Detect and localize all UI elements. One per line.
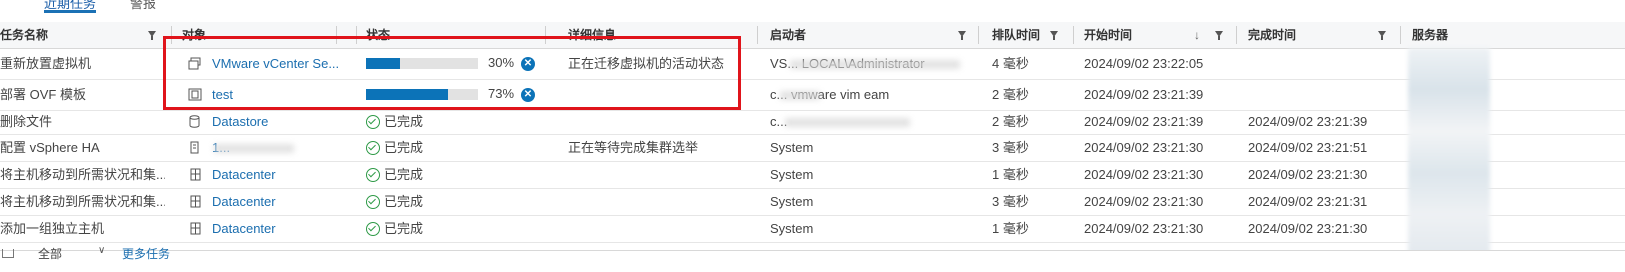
server-column-redacted — [1408, 48, 1490, 256]
target-link[interactable]: Datastore — [212, 110, 347, 134]
tab-recent-tasks[interactable]: 近期任务 — [44, 0, 97, 13]
filter-icon[interactable] — [958, 31, 966, 40]
start-time: 2024/09/02 23:21:30 — [1084, 194, 1204, 209]
task-name: 将主机移动到所需状况和集... — [0, 167, 165, 182]
highlight-annotation — [163, 36, 741, 110]
filter-icon[interactable] — [1378, 31, 1386, 40]
status-label: 已完成 — [384, 140, 424, 155]
completion-time: 2024/09/02 23:21:51 — [1248, 140, 1368, 155]
initiator: System — [770, 167, 814, 182]
tab-alarms[interactable]: 警报 — [130, 0, 156, 12]
filter-dropdown[interactable]: 全部 — [38, 245, 62, 262]
success-check-icon — [366, 222, 380, 236]
column-header-completion[interactable]: 完成时间 — [1248, 22, 1296, 48]
host-icon — [190, 141, 199, 154]
filter-icon[interactable] — [1215, 31, 1223, 40]
initiator: System — [770, 194, 814, 209]
filter-icon[interactable] — [1050, 31, 1058, 40]
completion-time: 2024/09/02 23:21:30 — [1248, 221, 1368, 236]
success-check-icon — [366, 141, 380, 155]
column-divider[interactable] — [978, 26, 979, 44]
column-divider[interactable] — [757, 26, 758, 44]
column-divider[interactable] — [1400, 26, 1401, 44]
sort-desc-icon[interactable]: ↓ — [1194, 22, 1200, 48]
redaction-blur — [790, 60, 960, 69]
column-divider[interactable] — [1236, 26, 1237, 44]
table-row[interactable]: 将主机移动到所需状况和集... Datacenter 已完成 System 3 … — [0, 189, 1625, 216]
redaction-blur — [780, 91, 820, 100]
start-time: 2024/09/02 23:21:39 — [1084, 87, 1204, 102]
completion-time: 2024/09/02 23:21:30 — [1248, 167, 1368, 182]
task-name: 部署 OVF 模板 — [0, 87, 86, 102]
status-label: 已完成 — [384, 194, 424, 209]
datacenter-icon — [190, 222, 201, 235]
filter-icon[interactable] — [148, 31, 156, 40]
task-details: 正在等待完成集群选举 — [568, 140, 699, 155]
table-row[interactable]: 将主机移动到所需状况和集... Datacenter 已完成 System 1 … — [0, 162, 1625, 189]
redaction-blur — [214, 144, 294, 153]
task-details — [568, 162, 753, 188]
queued-time: 1 毫秒 — [992, 221, 1029, 236]
success-check-icon — [366, 195, 380, 209]
task-name: 配置 vSphere HA — [0, 140, 100, 155]
datacenter-icon — [190, 168, 201, 181]
success-check-icon — [366, 168, 380, 182]
completion-time: 2024/09/02 23:21:31 — [1248, 194, 1368, 209]
table-row[interactable]: 配置 vSphere HA 1... 已完成 正在等待完成集群选举 System… — [0, 135, 1625, 162]
start-time: 2024/09/02 23:21:30 — [1084, 167, 1204, 182]
tab-bar: 近期任务 警报 — [0, 0, 1625, 23]
start-time: 2024/09/02 23:22:05 — [1084, 56, 1204, 71]
initiator: System — [770, 140, 814, 155]
table-row[interactable]: 删除文件 Datastore 已完成 c... 2 毫秒 2024/09/02 … — [0, 110, 1625, 135]
column-header-queued[interactable]: 排队时间 — [992, 22, 1040, 48]
column-header-start[interactable]: 开始时间 — [1084, 22, 1132, 48]
task-details — [568, 189, 753, 215]
queued-time: 2 毫秒 — [992, 114, 1029, 129]
status-label: 已完成 — [384, 167, 424, 182]
column-header-server[interactable]: 服务器 — [1412, 22, 1448, 48]
start-time: 2024/09/02 23:21:30 — [1084, 140, 1204, 155]
queued-time: 3 毫秒 — [992, 194, 1029, 209]
column-header-task[interactable]: 任务名称 — [0, 22, 48, 48]
queued-time: 2 毫秒 — [992, 87, 1029, 102]
target-link[interactable]: Datacenter — [212, 162, 347, 188]
table-footer: 全部 ∨ 更多任务 — [0, 245, 1625, 272]
task-name: 重新放置虚拟机 — [0, 56, 92, 71]
initiator: System — [770, 221, 814, 236]
table-row[interactable]: 添加一组独立主机 Datacenter 已完成 System 1 毫秒 2024… — [0, 216, 1625, 243]
start-time: 2024/09/02 23:21:30 — [1084, 221, 1204, 236]
status-label: 已完成 — [384, 221, 424, 236]
task-name: 添加一组独立主机 — [0, 221, 105, 236]
target-link[interactable]: Datacenter — [212, 216, 347, 242]
status-label: 已完成 — [384, 114, 424, 129]
completion-time — [1248, 48, 1398, 79]
datacenter-icon — [190, 195, 201, 208]
task-details — [568, 216, 753, 242]
more-tasks-link[interactable]: 更多任务 — [122, 245, 170, 262]
redaction-blur — [785, 118, 910, 127]
success-check-icon — [366, 115, 380, 129]
task-details — [568, 110, 753, 134]
chevron-down-icon[interactable]: ∨ — [98, 245, 105, 256]
target-link[interactable]: Datacenter — [212, 189, 347, 215]
datastore-icon — [189, 115, 200, 128]
completion-time: 2024/09/02 23:21:39 — [1248, 114, 1368, 129]
queued-time: 1 毫秒 — [992, 167, 1029, 182]
column-header-initiator[interactable]: 启动者 — [770, 22, 806, 48]
start-time: 2024/09/02 23:21:39 — [1084, 114, 1204, 129]
collapse-icon[interactable] — [2, 249, 14, 258]
queued-time: 3 毫秒 — [992, 140, 1029, 155]
completion-time — [1248, 79, 1398, 110]
column-divider[interactable] — [1073, 26, 1074, 44]
queued-time: 4 毫秒 — [992, 56, 1029, 71]
task-name: 删除文件 — [0, 114, 53, 129]
task-name: 将主机移动到所需状况和集... — [0, 194, 165, 209]
